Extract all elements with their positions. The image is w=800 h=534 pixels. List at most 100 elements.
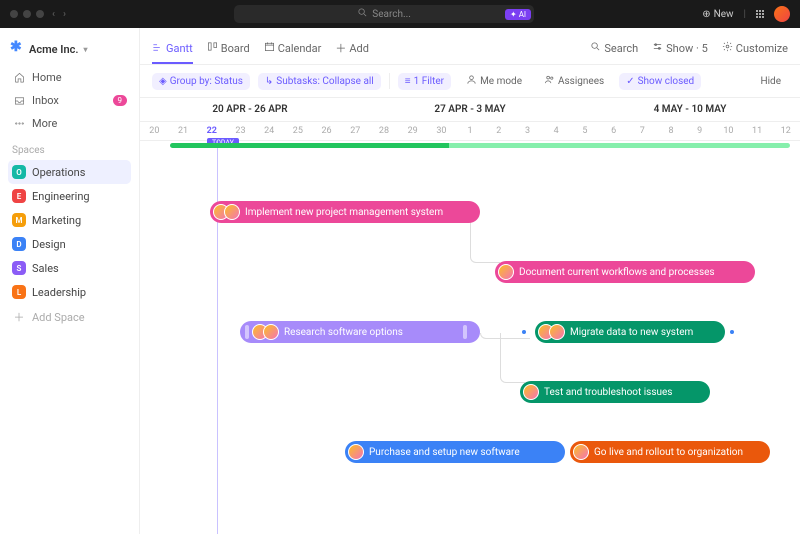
task-bar[interactable]: Implement new project management system [210, 201, 480, 223]
day-cell[interactable]: 4 [542, 122, 571, 140]
task-bar[interactable]: Go live and rollout to organization [570, 441, 770, 463]
assignee-avatars[interactable] [348, 444, 364, 460]
group-by-chip[interactable]: ◈ Group by: Status [152, 73, 250, 90]
customize-action[interactable]: Customize [722, 41, 788, 55]
task-bar[interactable]: Migrate data to new system [535, 321, 725, 343]
task-label: Go live and rollout to organization [594, 447, 743, 458]
window-controls[interactable] [10, 10, 44, 18]
space-label: Leadership [32, 286, 86, 299]
tab-calendar[interactable]: Calendar [264, 37, 322, 59]
resize-handle-icon[interactable] [463, 325, 467, 339]
nav-history[interactable]: ‹ › [52, 9, 66, 20]
date-range: 20 APR - 26 APR [140, 98, 360, 121]
layers-icon: ◈ [159, 76, 167, 87]
space-color-icon: L [12, 285, 26, 299]
search-action[interactable]: Search [590, 41, 638, 55]
day-cell[interactable]: 3 [513, 122, 542, 140]
apps-grid-icon[interactable] [756, 10, 764, 18]
task-label: Migrate data to new system [570, 327, 693, 338]
show-action[interactable]: Show · 5 [652, 41, 708, 55]
avatar-icon [498, 264, 514, 280]
search-icon [357, 7, 368, 21]
day-cell[interactable]: 24 [255, 122, 284, 140]
day-cell[interactable]: 27 [341, 122, 370, 140]
task-label: Implement new project management system [245, 207, 443, 218]
gantt-icon [152, 42, 163, 56]
new-button[interactable]: ⊕ New [702, 9, 733, 20]
day-cell[interactable]: 7 [628, 122, 657, 140]
check-icon: ✓ [626, 76, 634, 87]
sidebar-space-design[interactable]: DDesign [8, 232, 131, 256]
avatar-icon [573, 444, 589, 460]
day-cell[interactable]: 28 [370, 122, 399, 140]
show-closed-chip[interactable]: ✓ Show closed [619, 73, 701, 90]
gantt-chart[interactable]: Implement new project management system D… [140, 141, 800, 534]
tab-board[interactable]: Board [207, 37, 250, 59]
day-cell[interactable]: 5 [571, 122, 600, 140]
sidebar: Acme Inc. ▾ Home Inbox 9 More Spaces O Op… [0, 28, 140, 534]
more-icon [12, 118, 26, 129]
add-view-button[interactable]: ＋ Add [335, 36, 369, 60]
workspace-name: Acme Inc. [29, 43, 78, 56]
sidebar-space-marketing[interactable]: MMarketing [8, 208, 131, 232]
nav-more[interactable]: More [8, 112, 131, 135]
task-label: Purchase and setup new software [369, 447, 520, 458]
day-cell[interactable]: 26 [312, 122, 341, 140]
sidebar-space-operations[interactable]: O Operations [8, 160, 131, 184]
task-bar[interactable]: Research software options [240, 321, 480, 343]
space-color-icon: D [12, 237, 26, 251]
me-mode-chip[interactable]: Me mode [459, 71, 529, 91]
sidebar-space-leadership[interactable]: L Leadership [8, 280, 131, 304]
space-color-icon: O [12, 165, 26, 179]
ai-badge[interactable]: ✦ AI [505, 9, 531, 20]
day-cell[interactable]: 1 [456, 122, 485, 140]
day-cell[interactable]: 29 [398, 122, 427, 140]
back-icon[interactable]: ‹ [52, 9, 55, 20]
assignee-avatars[interactable] [213, 204, 240, 220]
sidebar-space-engineering[interactable]: EEngineering [8, 184, 131, 208]
workspace-switcher[interactable]: Acme Inc. ▾ [8, 38, 131, 66]
day-cell[interactable]: 10 [714, 122, 743, 140]
day-cell[interactable]: 6 [599, 122, 628, 140]
assignee-avatars[interactable] [538, 324, 565, 340]
add-space-button[interactable]: ＋ Add Space [8, 304, 131, 330]
user-avatar[interactable] [774, 6, 790, 22]
global-search[interactable]: Search... ✦ AI [234, 5, 534, 23]
resize-handle-icon[interactable] [245, 325, 249, 339]
titlebar: ‹ › Search... ✦ AI ⊕ New | [0, 0, 800, 28]
sidebar-space-sales[interactable]: SSales [8, 256, 131, 280]
space-label: Marketing [32, 214, 81, 227]
search-icon [590, 41, 601, 55]
assignee-avatars[interactable] [498, 264, 514, 280]
day-cell[interactable]: 9 [685, 122, 714, 140]
day-cell[interactable]: 30 [427, 122, 456, 140]
assignee-avatars[interactable] [252, 324, 279, 340]
spaces-label: Spaces [8, 135, 131, 160]
day-cell[interactable]: 20 [140, 122, 169, 140]
day-cell[interactable]: 11 [743, 122, 772, 140]
inbox-badge: 9 [113, 95, 128, 106]
summary-bar [170, 143, 790, 148]
tab-gantt[interactable]: Gantt [152, 38, 193, 64]
date-range-header: 20 APR - 26 APR27 APR - 3 MAY4 MAY - 10 … [140, 98, 800, 122]
assignees-chip[interactable]: Assignees [537, 71, 611, 91]
day-cell[interactable]: 8 [657, 122, 686, 140]
day-cell[interactable]: 2 [484, 122, 513, 140]
nav-home[interactable]: Home [8, 66, 131, 89]
subtasks-chip[interactable]: ↳ Subtasks: Collapse all [258, 73, 381, 90]
milestone-dot-icon [521, 329, 527, 335]
task-bar[interactable]: Document current workflows and processes [495, 261, 755, 283]
day-cell[interactable]: 21 [169, 122, 198, 140]
space-label: Sales [32, 262, 59, 275]
assignee-avatars[interactable] [573, 444, 589, 460]
day-cell[interactable]: 25 [284, 122, 313, 140]
avatar-icon [224, 204, 240, 220]
hide-chip[interactable]: Hide [753, 73, 788, 90]
space-label: Operations [32, 166, 85, 179]
assignee-avatars[interactable] [523, 384, 539, 400]
nav-inbox[interactable]: Inbox 9 [8, 89, 131, 112]
task-bar[interactable]: Purchase and setup new software [345, 441, 565, 463]
filter-chip[interactable]: ≡ 1 Filter [398, 73, 451, 90]
day-cell[interactable]: 12 [771, 122, 800, 140]
task-bar[interactable]: Test and troubleshoot issues [520, 381, 710, 403]
